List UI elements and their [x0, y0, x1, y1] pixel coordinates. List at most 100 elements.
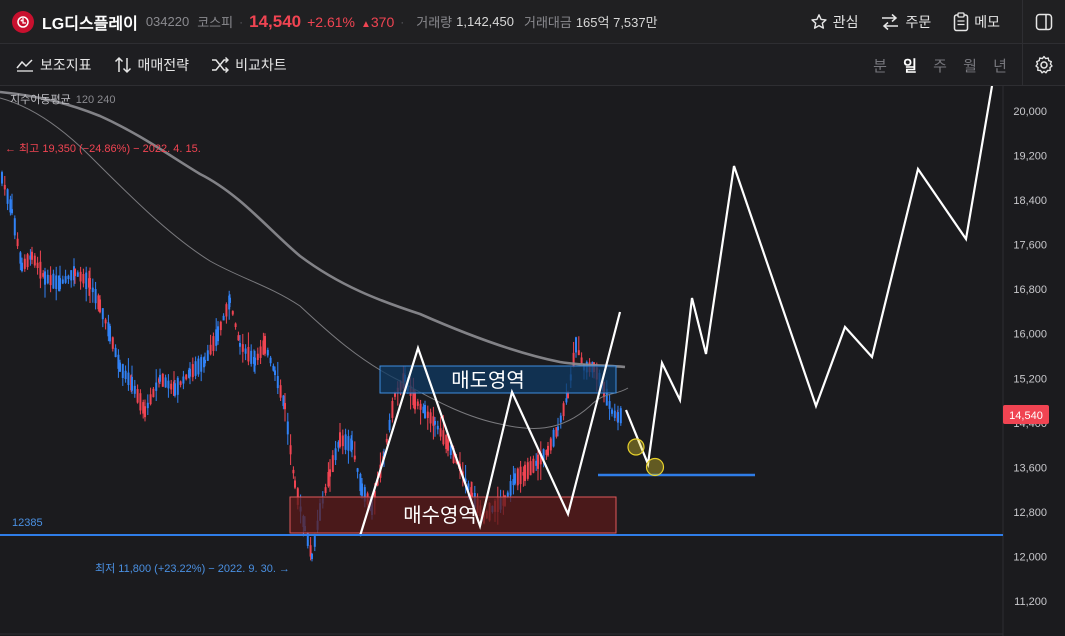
- candle-body: [250, 350, 253, 364]
- candle-body: [516, 468, 519, 486]
- separator-dot: ·: [239, 14, 244, 29]
- candle-body: [131, 376, 133, 391]
- sell-zone-label: 매도영역: [451, 369, 525, 392]
- candle-body: [42, 273, 45, 277]
- candle-body: [394, 393, 396, 397]
- indicators-label: 보조지표: [40, 56, 92, 73]
- watch-label: 관심: [832, 14, 859, 30]
- candle-body: [76, 272, 79, 277]
- trade-amount-value: 165억 7,537만: [575, 15, 658, 30]
- buy-sell-arrows-icon: [114, 56, 131, 73]
- period-day[interactable]: 일: [903, 55, 917, 89]
- memo-button[interactable]: 메모: [953, 12, 1000, 32]
- candle-body: [313, 534, 316, 547]
- compare-button[interactable]: 비교차트: [211, 55, 287, 75]
- chart-settings-button[interactable]: [1022, 44, 1065, 86]
- candle-body: [26, 254, 29, 268]
- candle-body: [222, 315, 225, 321]
- candle-body: [49, 275, 52, 286]
- candle-body: [109, 326, 111, 342]
- candle-body: [167, 380, 170, 389]
- candle-body: [424, 404, 426, 419]
- candle-body: [1, 172, 3, 184]
- candle-body: [557, 426, 559, 431]
- candle-body: [114, 347, 117, 358]
- candle-body: [52, 273, 55, 289]
- candle-body: [419, 403, 422, 410]
- period-month[interactable]: 월: [963, 55, 977, 76]
- period-year[interactable]: 년: [993, 55, 1007, 76]
- ma-legend-name: 지수이동평균: [10, 93, 71, 106]
- marker-circle-1: [627, 438, 645, 456]
- candle-body: [237, 335, 240, 341]
- price-tick-label: 19,200: [1013, 151, 1047, 163]
- candle-body: [185, 374, 188, 380]
- candle-body: [414, 391, 416, 410]
- candle-body: [89, 277, 91, 290]
- candle-body: [11, 209, 13, 214]
- candle-body: [139, 393, 142, 411]
- period-selector: 분 일 주 월 년: [857, 44, 1007, 89]
- candle-body: [547, 445, 549, 456]
- candle-body: [234, 323, 237, 328]
- candle-body: [339, 432, 341, 447]
- candle-body: [535, 460, 538, 466]
- change-amount: ▲370: [361, 14, 394, 30]
- candle-body: [133, 385, 136, 394]
- candle-body: [164, 377, 167, 388]
- candle-body: [70, 270, 73, 281]
- candle-body: [55, 275, 58, 289]
- candle-body: [344, 434, 347, 450]
- candle-body: [256, 353, 259, 361]
- candle-body: [212, 336, 215, 352]
- candle-body: [294, 480, 296, 488]
- candle-body: [284, 403, 286, 410]
- memo-label: 메모: [974, 14, 1000, 30]
- candle-body: [191, 364, 194, 378]
- candle-body: [524, 464, 526, 482]
- side-panel-toggle[interactable]: [1023, 0, 1065, 44]
- candle-body: [429, 412, 432, 424]
- candle-body: [426, 411, 429, 418]
- candle-body: [509, 481, 512, 496]
- candle-body: [276, 376, 279, 389]
- current-price-tag: 14,540: [1003, 405, 1049, 424]
- candle-body: [608, 401, 611, 409]
- candle-body: [231, 311, 234, 315]
- indicators-button[interactable]: 보조지표: [16, 55, 92, 75]
- side-panel-icon: [1035, 13, 1053, 31]
- swap-arrows-icon: [882, 13, 899, 31]
- candle-body: [174, 383, 176, 396]
- candle-body: [189, 368, 191, 377]
- candle-body: [577, 350, 580, 356]
- price-tick-label: 18,400: [1013, 195, 1047, 207]
- stock-name[interactable]: LG디스플레이: [42, 10, 138, 34]
- shuffle-icon: [212, 56, 230, 73]
- current-price-tag-text: 14,540: [1009, 410, 1043, 422]
- candle-body: [361, 483, 363, 496]
- price-tick-label: 13,600: [1013, 462, 1047, 474]
- period-minute[interactable]: 분: [873, 55, 887, 76]
- candle-body: [519, 466, 522, 485]
- candle-body: [353, 455, 356, 460]
- candle-body: [274, 370, 276, 376]
- candlestick-chart[interactable]: 20,000 19,200 18,400 17,600 16,800 16,000 15,2…: [0, 86, 1065, 636]
- candle-body: [269, 357, 272, 364]
- separator-dot: ·: [400, 14, 405, 29]
- candle-body: [209, 344, 212, 355]
- order-button[interactable]: 주문: [880, 12, 931, 32]
- strategy-button[interactable]: 매매전략: [114, 55, 189, 75]
- marker-circle-2: [645, 457, 665, 477]
- candle-body: [21, 262, 23, 272]
- low-price-annotation: 최저 11,800 (+23.22%) − 2022. 9. 30. →: [95, 562, 290, 575]
- candle-body: [146, 402, 149, 409]
- current-price: 14,540: [249, 11, 302, 31]
- candle-body: [219, 321, 222, 331]
- candle-body: [537, 454, 539, 469]
- candle-body: [532, 458, 535, 473]
- watch-button[interactable]: 관심: [810, 12, 859, 32]
- candle-body: [529, 461, 532, 476]
- candle-body: [170, 383, 173, 390]
- period-week[interactable]: 주: [933, 55, 947, 76]
- clipboard-icon: [953, 12, 969, 32]
